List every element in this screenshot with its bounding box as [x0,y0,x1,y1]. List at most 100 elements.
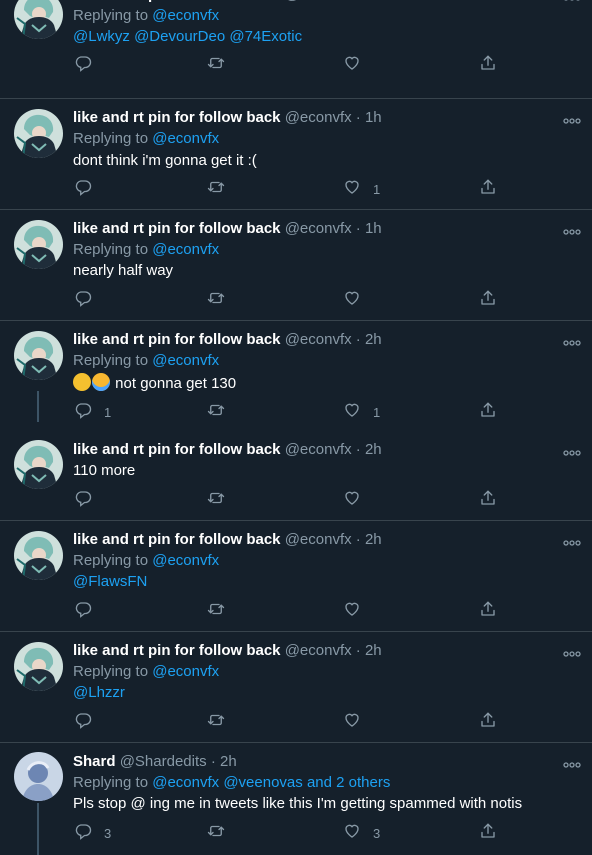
reply-button[interactable] [74,712,104,732]
avatar[interactable] [14,752,63,801]
display-name[interactable]: like and rt pin for follow back [73,331,281,348]
tweet[interactable]: like and rt pin for follow back @econvfx… [0,632,592,742]
more-options-icon[interactable] [563,335,581,346]
user-handle[interactable]: @econvfx [285,642,352,659]
avatar[interactable] [14,531,63,580]
tweet[interactable]: Shard @Shardedits · 2h Replying to @econv… [0,743,592,855]
display-name[interactable]: like and rt pin for follow back [73,0,281,3]
reply-button[interactable]: 1 [74,402,111,422]
retweet-button[interactable] [207,55,225,75]
tweet[interactable]: like and rt pin for follow back @econvfx… [0,431,592,520]
replying-to: Replying to @econvfx [73,6,219,26]
like-button[interactable] [343,290,373,310]
retweet-button[interactable] [207,823,225,843]
reply-button[interactable] [74,290,104,310]
thread-line [37,391,39,422]
display-name[interactable]: like and rt pin for follow back [73,642,281,659]
like-button[interactable]: 1 [343,179,380,199]
retweet-button[interactable] [207,402,225,422]
tweet[interactable]: like and rt pin for follow back @econvfx… [0,521,592,631]
like-button[interactable] [343,712,373,732]
user-handle[interactable]: @Shardedits [120,753,207,770]
reply-button[interactable]: 3 [74,823,111,843]
more-options-icon[interactable] [563,113,581,124]
user-handle[interactable]: @econvfx [285,441,352,458]
user-handle[interactable]: @econvfx [285,220,352,237]
tweet[interactable]: like and rt pin for follow back @econvfx… [0,99,592,209]
mention-link[interactable]: @econvfx [152,130,219,147]
avatar[interactable] [14,220,63,269]
share-button[interactable] [479,55,497,75]
more-options-icon[interactable] [563,646,581,657]
mention-link[interactable]: @econvfx [152,663,219,680]
tweet-timestamp[interactable]: 2h [365,0,382,3]
others-link[interactable]: 2 others [336,774,390,791]
share-button[interactable] [479,490,497,510]
tweet[interactable]: like and rt pin for follow back @econvfx… [0,0,592,98]
avatar[interactable] [14,109,63,158]
more-options-icon[interactable] [563,445,581,456]
mention-link[interactable]: @econvfx [152,774,219,791]
user-handle[interactable]: @econvfx [285,331,352,348]
mention-link[interactable]: @econvfx [152,7,219,24]
mention-link[interactable]: @econvfx [152,241,219,258]
avatar[interactable] [14,440,63,489]
share-icon [479,289,497,312]
like-button[interactable]: 1 [343,402,380,422]
tweet-text[interactable]: @FlawsFN [73,572,147,592]
tweet-timestamp[interactable]: 2h [220,753,237,770]
display-name[interactable]: like and rt pin for follow back [73,109,281,126]
more-options-icon[interactable] [563,535,581,546]
retweet-button[interactable] [207,290,225,310]
reply-button[interactable] [74,179,104,199]
like-button[interactable] [343,490,373,510]
like-button[interactable] [343,55,373,75]
retweet-button[interactable] [207,179,225,199]
reply-button[interactable] [74,601,104,621]
display-name[interactable]: like and rt pin for follow back [73,531,281,548]
more-options-icon[interactable] [563,224,581,235]
reply-button[interactable] [74,490,104,510]
share-button[interactable] [479,712,497,732]
tweet-timestamp[interactable]: 2h [365,441,382,458]
tweet[interactable]: like and rt pin for follow back @econvfx… [0,321,592,431]
display-name[interactable]: like and rt pin for follow back [73,441,281,458]
share-button[interactable] [479,823,497,843]
mention-link[interactable]: @econvfx [152,552,219,569]
tweet-text[interactable]: @Lhzzr [73,683,125,703]
tweet-timestamp[interactable]: 2h [365,642,382,659]
tweet-timestamp[interactable]: 1h [365,220,382,237]
tweet-timestamp[interactable]: 2h [365,331,382,348]
replying-to-label: Replying to [73,130,149,147]
avatar[interactable] [14,642,63,691]
retweet-button[interactable] [207,712,225,732]
share-button[interactable] [479,290,497,310]
like-button[interactable] [343,601,373,621]
retweet-icon [207,178,225,201]
display-name[interactable]: like and rt pin for follow back [73,220,281,237]
more-options-icon[interactable] [563,757,581,768]
share-button[interactable] [479,601,497,621]
replying-and[interactable]: and [307,774,332,791]
reply-button[interactable] [74,55,104,75]
user-handle[interactable]: @econvfx [285,531,352,548]
crying-emoji [92,373,110,391]
like-button[interactable]: 3 [343,823,380,843]
mention-link[interactable]: @econvfx [152,352,219,369]
mention-link[interactable]: @veenovas [223,774,302,791]
avatar[interactable] [14,331,63,380]
avatar[interactable] [14,0,63,39]
retweet-button[interactable] [207,601,225,621]
tweet[interactable]: like and rt pin for follow back @econvfx… [0,210,592,320]
tweet-timestamp[interactable]: 2h [365,531,382,548]
share-button[interactable] [479,179,497,199]
share-button[interactable] [479,402,497,422]
replying-to-label: Replying to [73,663,149,680]
tweet-timestamp[interactable]: 1h [365,109,382,126]
tweet-body-text: Pls stop @ ing me in tweets like this I'… [73,795,523,812]
tweet-text[interactable]: @Lwkyz @DevourDeo @74Exotic [73,27,302,47]
user-handle[interactable]: @econvfx [285,109,352,126]
retweet-button[interactable] [207,490,225,510]
user-handle[interactable]: @econvfx [285,0,352,3]
display-name[interactable]: Shard [73,753,116,770]
